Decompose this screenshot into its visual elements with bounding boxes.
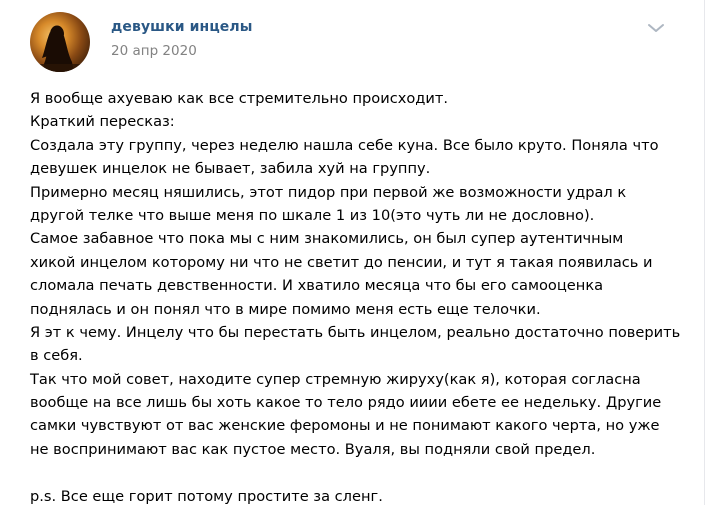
post-text-line: хикой инцелом которому ни что не светит … [30, 253, 653, 271]
post-text-line: p.s. Все еще горит потому простите за сл… [30, 487, 383, 505]
post-text-line: Самое забавное что пока мы с ним знакоми… [30, 230, 624, 248]
post-text-line: в себя. [30, 347, 83, 365]
post-text-line [30, 461, 698, 484]
post-text-line: девушек инцелок не бывает, забила хуй на… [30, 160, 431, 178]
post-text-line: сломала печать девственности. И хватило … [30, 277, 604, 295]
post-text-line: Примерно месяц няшились, этот пидор при … [30, 183, 627, 201]
post-date-link[interactable]: 20 апр 2020 [111, 43, 197, 59]
chevron-down-icon[interactable] [645, 20, 667, 36]
group-name-link[interactable]: девушки инцелы [111, 19, 253, 35]
post-text: Я вообще ахуеваю как все стремительно пр… [30, 87, 698, 508]
post-text-line: Я вообще ахуеваю как все стремительно пр… [30, 90, 449, 107]
post-text-line: Так что мой совет, находите супер стремн… [30, 370, 641, 388]
post-text-line: поднялась и он понял что в мире помимо м… [30, 300, 541, 318]
post-text-line: самки чувствуют от вас женские феромоны … [30, 417, 660, 435]
post-text-line: Создала эту группу, через неделю нашла с… [30, 136, 659, 154]
post-text-line: не воспринимают вас как пустое место. Ву… [30, 440, 596, 458]
group-avatar[interactable] [30, 12, 90, 72]
post-text-line: Краткий пересказ: [30, 113, 175, 131]
post-text-line: вообще на все лишь бы хоть какое то тело… [30, 394, 662, 412]
wall-post: девушки инцелы 20 апр 2020 Я вообще ахуе… [0, 0, 705, 505]
post-text-line: другой телке что выше меня по шкале 1 из… [30, 206, 595, 224]
girl-silhouette-icon [30, 25, 90, 72]
post-text-line: Я эт к чему. Инцелу что бы перестать быт… [30, 323, 681, 341]
